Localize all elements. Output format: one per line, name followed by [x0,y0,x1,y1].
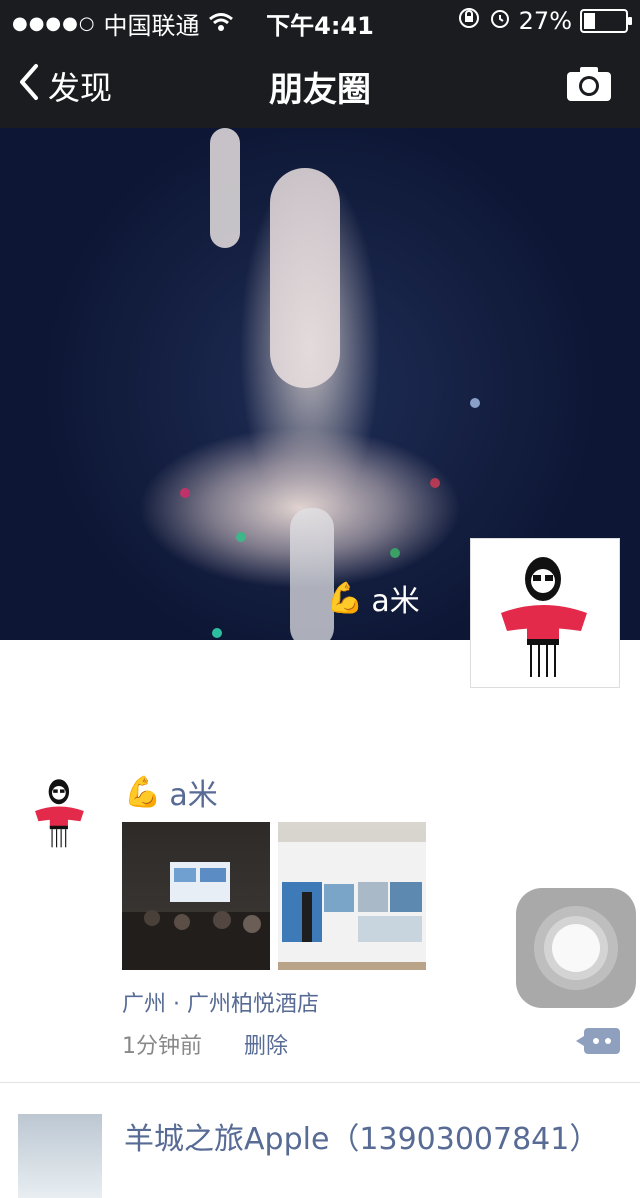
profile-avatar[interactable] [470,538,620,688]
battery-fill [584,13,595,29]
post-time: 1分钟前 [122,1034,202,1059]
next-post-author[interactable]: 羊城之旅Apple（13903007841） [124,1114,599,1158]
alarm-icon [489,7,511,35]
camera-button[interactable] [566,66,612,106]
post-location[interactable]: 广州 · 广州柏悦酒店 [122,986,319,1018]
page-title: 朋友圈 [269,70,371,110]
post-photo-2[interactable] [278,822,426,970]
post-author-name: a米 [169,778,218,813]
post-author[interactable]: 💪 a米 [124,770,218,814]
orientation-lock-icon [457,6,481,36]
divider [0,1082,640,1083]
camera-icon [567,67,611,101]
post-photo-1[interactable] [122,822,270,970]
post-avatar[interactable] [18,766,102,856]
cover-username: 💪 a米 [326,576,420,620]
next-post-avatar[interactable] [18,1114,102,1198]
battery-icon [580,9,632,33]
muscle-emoji: 💪 [326,580,364,616]
battery-percent: 27% [518,7,572,35]
muscle-emoji: 💪 [124,774,162,810]
assistive-touch-button[interactable] [516,888,636,1008]
status-bar: ●●●●○ 中国联通 下午4:41 27% [0,0,640,40]
delete-button[interactable]: 删除 [244,1028,288,1060]
cover-name: a米 [371,584,420,619]
comment-button[interactable] [576,1028,620,1054]
nav-bar: 发现 朋友圈 [0,40,640,128]
